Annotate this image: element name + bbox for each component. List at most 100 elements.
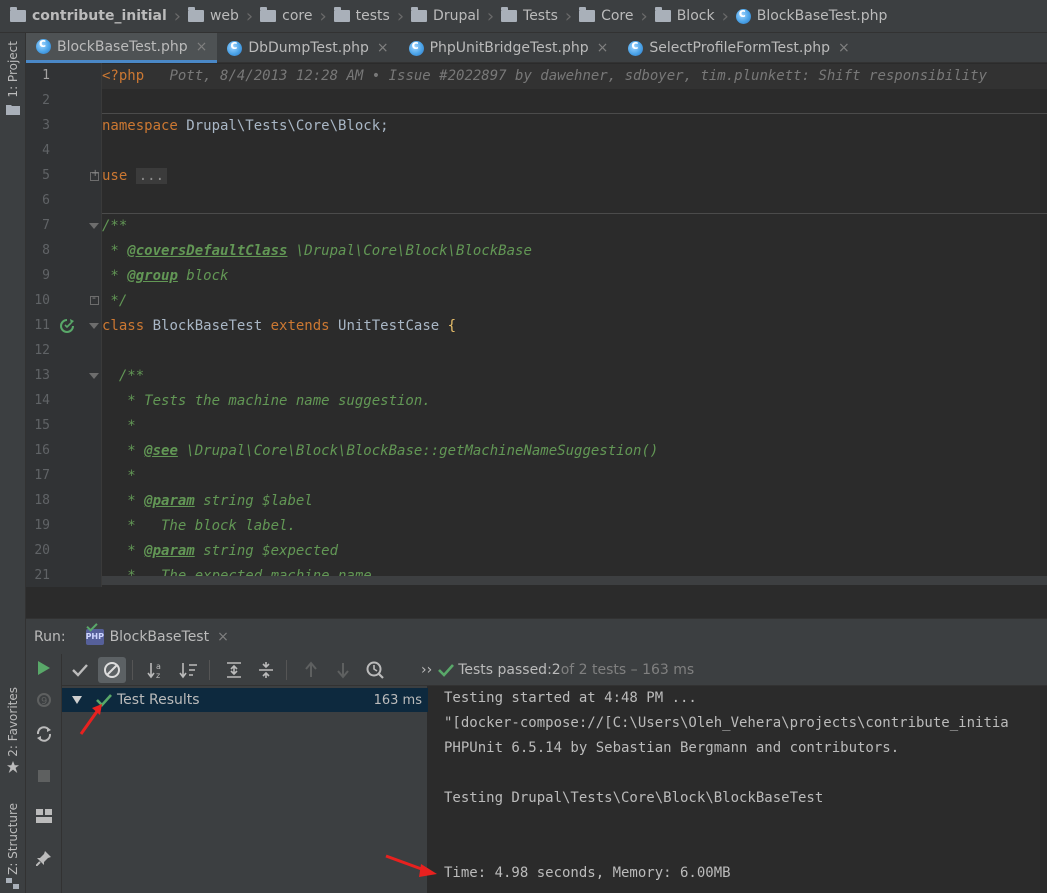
- star-icon[interactable]: [6, 761, 20, 773]
- svg-text:9: 9: [41, 696, 47, 707]
- tab-phpunitbridgetest[interactable]: PhpUnitBridgeTest.php×: [399, 33, 619, 63]
- fold-collapse-icon[interactable]: [89, 223, 99, 229]
- php-file-icon: [227, 38, 243, 56]
- line-number: 10: [34, 293, 50, 308]
- line-number: 5: [42, 168, 50, 183]
- check-icon: [72, 663, 88, 677]
- tab-dbdumptest[interactable]: DbDumpTest.php×: [217, 33, 398, 63]
- show-ignored-button[interactable]: [98, 656, 126, 683]
- chevron-right-icon: ›: [173, 5, 181, 27]
- chevron-right-icon: ›: [319, 5, 327, 27]
- line-number: 9: [42, 268, 50, 283]
- folder-icon: [579, 7, 596, 22]
- chevron-right-icon: ›: [564, 5, 573, 27]
- breadcrumb-item[interactable]: Drupal: [411, 7, 480, 24]
- breadcrumb-item[interactable]: Block: [654, 7, 715, 24]
- code-line: /**: [102, 218, 128, 234]
- folder-icon: [260, 7, 277, 22]
- close-icon[interactable]: ×: [196, 39, 208, 55]
- expand-all-icon: [227, 661, 241, 678]
- stop-button[interactable]: [34, 766, 54, 786]
- close-icon[interactable]: ×: [217, 629, 229, 645]
- tab-selectprofileformtest[interactable]: SelectProfileFormTest.php×: [618, 33, 859, 63]
- line-number: 13: [34, 368, 50, 383]
- auto-test-icon: [36, 726, 52, 742]
- tree-node-test-results[interactable]: Test Results 163 ms: [62, 688, 428, 712]
- tab-blockbasetest[interactable]: BlockBaseTest.php×: [26, 33, 218, 63]
- next-failed-button[interactable]: [329, 657, 357, 683]
- sort-alphabetically-button[interactable]: az: [143, 657, 171, 683]
- test-results-tree[interactable]: Test Results 163 ms: [62, 686, 428, 893]
- fold-collapse-icon[interactable]: [89, 373, 99, 379]
- show-passed-button[interactable]: [66, 657, 94, 683]
- breadcrumb-item[interactable]: contribute_initial: [10, 7, 167, 24]
- rerun-failed-button[interactable]: 9: [34, 690, 54, 710]
- project-tool-button[interactable]: 1: Project: [6, 41, 20, 98]
- horizontal-scrollbar[interactable]: [102, 576, 1047, 585]
- check-icon: [438, 663, 455, 677]
- breadcrumb-item[interactable]: web: [187, 7, 239, 24]
- breadcrumb-item[interactable]: core: [260, 7, 312, 24]
- console-line: PHPUnit 6.5.14 by Sebastian Bergmann and…: [444, 740, 900, 756]
- run-vertical-toolbar: 9: [26, 654, 62, 893]
- editor-gutter[interactable]: 1 2 3 4 5 6 7 8 9 10 11 12 13 14 15 16 1…: [26, 63, 102, 587]
- arrow-up-icon: [305, 660, 317, 677]
- code-line: use ...: [102, 164, 1047, 189]
- test-console-output[interactable]: Testing started at 4:48 PM ... "[docker-…: [428, 686, 1047, 893]
- breadcrumb-item[interactable]: tests: [333, 7, 390, 24]
- line-number: 8: [42, 243, 50, 258]
- expand-all-button[interactable]: [220, 657, 248, 683]
- run-panel-header: Run: PHP BlockBaseTest ×: [26, 618, 1047, 654]
- toolbar-separator: [132, 659, 133, 680]
- folder-icon[interactable]: [6, 103, 20, 115]
- rerun-button[interactable]: [34, 658, 54, 678]
- fold-collapse-icon[interactable]: [89, 323, 99, 329]
- chevron-right-icon: ›: [721, 5, 729, 27]
- breadcrumb-file[interactable]: BlockBaseTest.php: [735, 6, 887, 24]
- svg-text:a: a: [156, 662, 161, 671]
- run-test-gutter-icon[interactable]: [59, 318, 75, 334]
- collapse-all-button[interactable]: [252, 657, 280, 683]
- pin-icon: [36, 851, 51, 866]
- line-number: 4: [42, 143, 50, 158]
- close-icon[interactable]: ×: [377, 40, 389, 56]
- breadcrumb-item[interactable]: Core: [579, 7, 634, 24]
- toggle-auto-test-button[interactable]: [34, 724, 54, 744]
- code-line: * The block label.: [102, 518, 296, 534]
- code-editor[interactable]: 1 2 3 4 5 6 7 8 9 10 11 12 13 14 15 16 1…: [26, 63, 1047, 587]
- code-line: /**: [102, 368, 145, 384]
- more-actions-chevron[interactable]: ››: [421, 662, 432, 678]
- line-number: 14: [34, 393, 50, 408]
- structure-icon[interactable]: [6, 878, 20, 890]
- collapse-all-icon: [259, 661, 273, 678]
- pin-tab-button[interactable]: [34, 848, 54, 868]
- fold-expand-icon[interactable]: [90, 168, 99, 181]
- code-line: <?php Pott, 8/4/2013 12:28 AM • Issue #2…: [102, 64, 1047, 89]
- test-history-button[interactable]: [361, 657, 389, 683]
- favorites-tool-button[interactable]: 2: Favorites: [6, 687, 20, 757]
- code-line: */: [102, 293, 128, 309]
- structure-tool-button[interactable]: Z: Structure: [6, 803, 20, 875]
- folder-icon: [187, 7, 204, 22]
- annotation-arrow-icon: [79, 704, 102, 735]
- previous-failed-button[interactable]: [297, 657, 325, 683]
- run-tab-blockbasetest[interactable]: PHP BlockBaseTest ×: [85, 628, 229, 645]
- tests-status: Tests passed: 2 of 2 tests – 163 ms: [438, 662, 694, 678]
- arrow-down-icon: [337, 662, 349, 679]
- folded-imports[interactable]: ...: [135, 168, 168, 184]
- sort-by-duration-button[interactable]: [175, 657, 203, 683]
- breadcrumb-item[interactable]: Tests: [501, 7, 558, 24]
- line-number: 17: [34, 468, 50, 483]
- php-file-icon: [735, 6, 751, 24]
- layout-button[interactable]: [34, 806, 54, 826]
- line-number: 3: [42, 118, 50, 133]
- close-icon[interactable]: ×: [838, 40, 850, 56]
- fold-end-icon[interactable]: [90, 291, 99, 305]
- line-number: 12: [34, 343, 50, 358]
- left-tool-stripe: 1: Project 2: Favorites Z: Structure: [0, 33, 26, 893]
- chevron-right-icon: ›: [396, 5, 405, 27]
- folder-icon: [411, 7, 428, 22]
- close-icon[interactable]: ×: [597, 40, 609, 56]
- phpunit-icon: PHP: [85, 628, 104, 645]
- layout-icon: [36, 809, 52, 823]
